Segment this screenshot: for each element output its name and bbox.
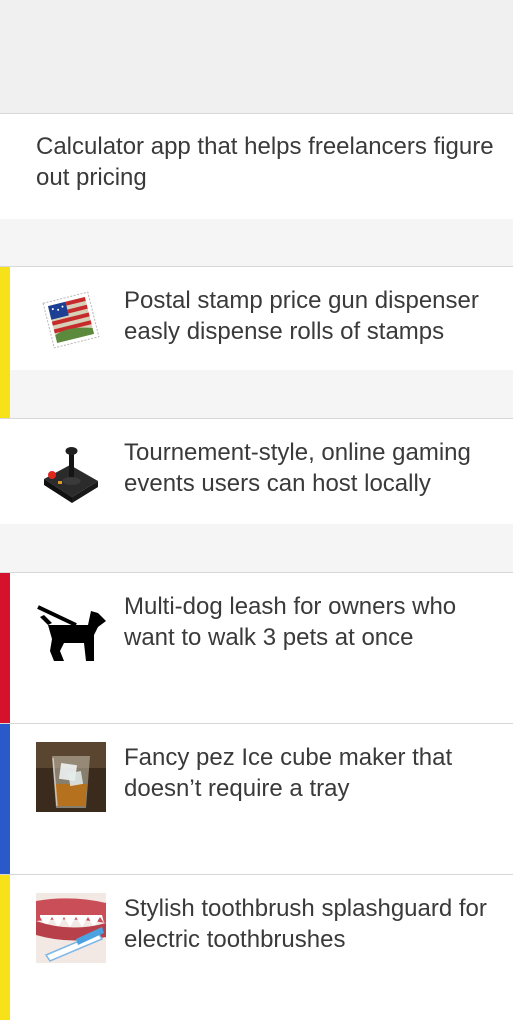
yellow-accent-bar bbox=[0, 267, 10, 370]
ice-cube-glass-photo bbox=[36, 742, 106, 812]
idea-card-stamp-dispenser[interactable]: Postal stamp price gun dispenser easly d… bbox=[0, 266, 513, 370]
section-gap bbox=[0, 370, 513, 418]
idea-text: Stylish toothbrush splashguard for elect… bbox=[124, 895, 487, 953]
yellow-accent-bar bbox=[0, 370, 10, 418]
idea-card-multi-dog-leash[interactable]: Multi-dog leash for owners who want to w… bbox=[0, 572, 513, 723]
blue-accent-bar bbox=[0, 724, 10, 874]
toothbrush-photo bbox=[36, 893, 106, 963]
dog-on-leash-icon bbox=[36, 591, 106, 661]
idea-text: Multi-dog leash for owners who want to w… bbox=[124, 593, 457, 651]
section-gap bbox=[0, 524, 513, 572]
idea-text: Tournement-style, online gaming events u… bbox=[124, 439, 471, 497]
joystick-icon bbox=[36, 437, 106, 507]
idea-card-gaming-events[interactable]: Tournement-style, online gaming events u… bbox=[0, 418, 513, 524]
idea-text: Fancy pez Ice cube maker that doesn’t re… bbox=[124, 744, 453, 802]
red-accent-bar bbox=[0, 573, 10, 723]
idea-text: Calculator app that helps freelancers fi… bbox=[36, 133, 494, 191]
idea-card-calculator[interactable]: Calculator app that helps freelancers fi… bbox=[0, 113, 513, 219]
yellow-accent-bar bbox=[0, 875, 10, 1020]
idea-card-ice-cube-maker[interactable]: Fancy pez Ice cube maker that doesn’t re… bbox=[0, 723, 513, 874]
section-gap bbox=[0, 219, 513, 266]
idea-text: Postal stamp price gun dispenser easly d… bbox=[124, 287, 479, 345]
idea-list-page: Calculator app that helps freelancers fi… bbox=[0, 0, 513, 1020]
idea-card-toothbrush-splashguard[interactable]: Stylish toothbrush splashguard for elect… bbox=[0, 874, 513, 1020]
header-bar bbox=[0, 0, 513, 114]
postage-stamp-icon bbox=[36, 285, 106, 355]
